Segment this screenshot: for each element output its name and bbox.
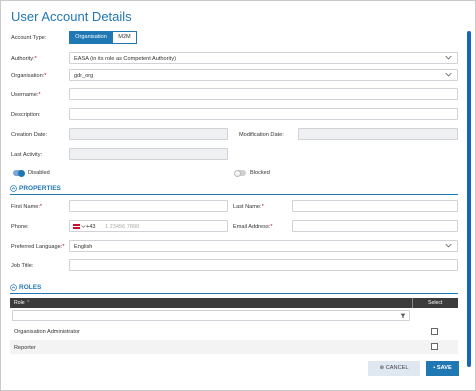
role-filter-input[interactable] <box>12 310 410 321</box>
job-title-input[interactable] <box>69 259 458 271</box>
modification-date-field <box>298 128 458 140</box>
chevron-down-icon <box>445 55 452 60</box>
first-name-input[interactable] <box>69 200 228 212</box>
collapse-icon[interactable] <box>10 185 17 192</box>
preferred-language-select[interactable]: English <box>69 240 458 252</box>
modification-date-label: Modification Date: <box>239 132 284 138</box>
table-row[interactable]: Organisation Administrator <box>10 323 458 341</box>
email-label: Email Address:* <box>233 224 273 230</box>
filter-icon[interactable] <box>400 313 406 319</box>
preferred-language-label: Preferred Language:* <box>11 244 65 250</box>
cancel-button[interactable]: ⊗ CANCEL <box>368 361 420 376</box>
description-label: Description: <box>11 112 41 118</box>
preferred-language-value: English <box>74 243 93 250</box>
account-type-organisation-option[interactable]: Organisation <box>69 31 113 44</box>
phone-label: Phone: <box>11 224 29 230</box>
save-button[interactable]: ▪ SAVE <box>426 361 459 376</box>
save-icon: ▪ <box>433 365 436 371</box>
username-label: Username:* <box>11 92 41 98</box>
email-input[interactable] <box>292 220 458 232</box>
blocked-toggle[interactable] <box>234 169 246 177</box>
last-activity-label: Last Activity: <box>11 152 43 158</box>
creation-date-field <box>69 128 228 140</box>
authority-value: EASA (in its role as Competent Authority… <box>74 55 176 62</box>
last-activity-field <box>69 148 228 160</box>
role-name: Reporter <box>14 345 36 351</box>
roles-divider <box>10 293 458 294</box>
account-type-m2m-option[interactable]: M2M <box>112 31 137 44</box>
phone-placeholder: 1 23456 7890 <box>105 223 140 230</box>
organisation-value: gdr_org <box>74 72 94 79</box>
chevron-down-icon <box>445 243 452 248</box>
description-input[interactable] <box>69 108 458 120</box>
blocked-label: Blocked <box>250 170 270 176</box>
user-account-dialog: User Account Details Account Type: Organ… <box>0 0 476 391</box>
select-column-header: Select <box>428 300 443 306</box>
role-select-checkbox[interactable] <box>431 343 438 350</box>
last-name-label: Last Name:* <box>233 204 264 210</box>
toggle-knob <box>18 169 25 177</box>
phone-country-code: +43 <box>86 223 96 230</box>
role-select-checkbox[interactable] <box>431 328 438 335</box>
scrollbar[interactable] <box>467 31 471 367</box>
organisation-select[interactable]: gdr_org <box>69 69 458 81</box>
column-divider <box>412 298 413 308</box>
phone-input[interactable]: +43 1 23456 7890 <box>69 220 228 232</box>
disabled-toggle[interactable] <box>13 169 25 177</box>
cancel-icon: ⊗ <box>379 365 385 371</box>
chevron-down-icon <box>445 72 452 77</box>
properties-divider <box>10 194 458 195</box>
austria-flag-icon <box>73 224 80 229</box>
toggle-knob <box>234 169 241 177</box>
roles-table-header: Role ⌃ Select <box>10 298 458 308</box>
roles-heading: ROLES <box>19 284 42 291</box>
table-row[interactable]: Reporter <box>10 340 458 354</box>
account-type-label: Account Type: <box>11 35 47 41</box>
first-name-label: First Name:* <box>11 204 43 210</box>
last-name-input[interactable] <box>292 200 458 212</box>
role-name: Organisation Administrator <box>14 329 80 335</box>
username-input[interactable] <box>69 88 458 100</box>
disabled-label: Disabled <box>28 170 50 176</box>
creation-date-label: Creation Date: <box>11 132 48 138</box>
role-column-header[interactable]: Role ⌃ <box>14 300 30 306</box>
properties-heading: PROPERTIES <box>19 185 61 192</box>
authority-select[interactable]: EASA (in its role as Competent Authority… <box>69 52 458 64</box>
collapse-icon[interactable] <box>10 284 17 291</box>
page-title: User Account Details <box>11 9 132 24</box>
authority-label: Authority:* <box>11 56 37 62</box>
job-title-label: Job Title: <box>11 263 34 269</box>
organisation-label: Organisation:* <box>11 73 47 79</box>
